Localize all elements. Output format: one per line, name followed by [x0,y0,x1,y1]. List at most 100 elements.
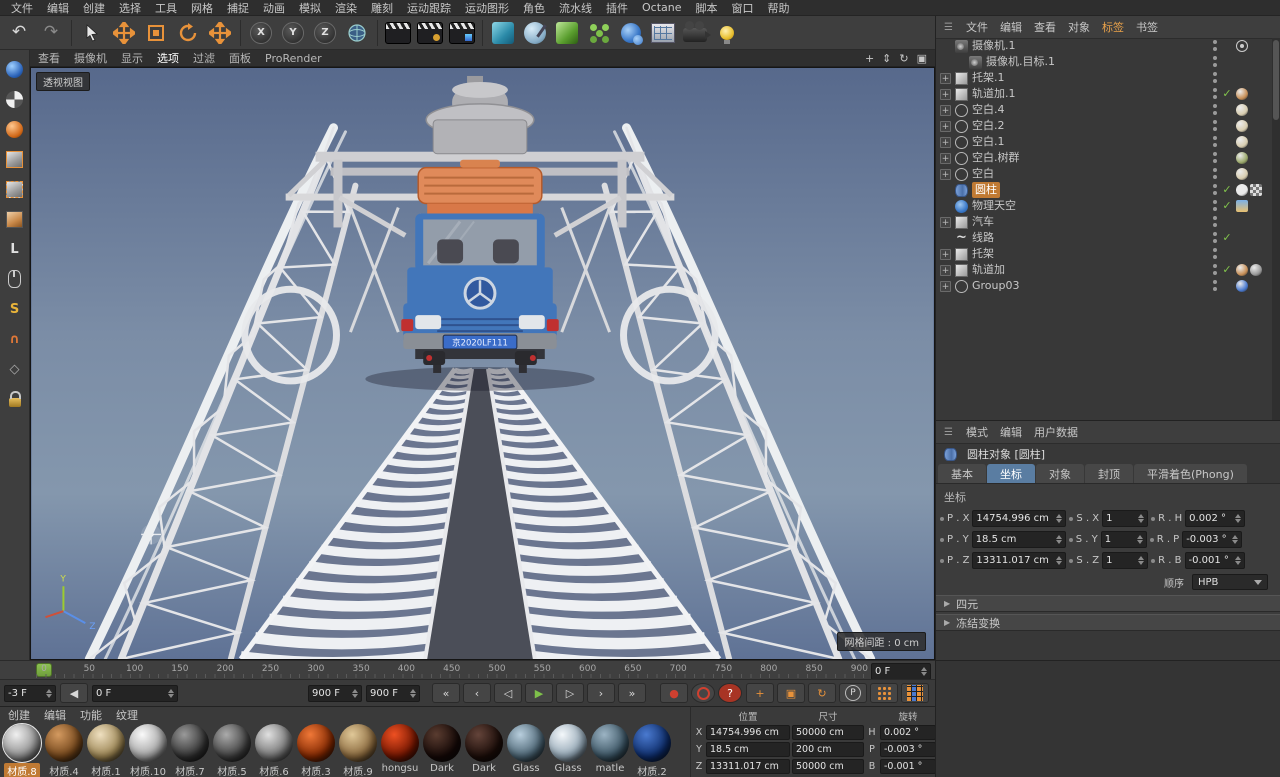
material-item[interactable]: hongsu [380,724,420,777]
object-manager-menu-item[interactable]: 查看 [1034,19,1056,35]
size-field[interactable]: 50000 cm [792,725,864,740]
material-item[interactable]: 材质.4 [44,724,84,777]
menubar-item[interactable]: 窗口 [725,0,761,16]
panel-menu-icon[interactable]: ☰ [944,22,954,33]
rotate-tool-button[interactable] [173,18,203,48]
menubar-item[interactable]: 工具 [148,0,184,16]
target-tag[interactable] [1236,40,1248,52]
undo-button[interactable]: ↶ [4,18,34,48]
position-field[interactable]: 13311.017 cm [706,759,790,774]
redo-button[interactable]: ↷ [36,18,66,48]
object-label[interactable]: 摄像机.1 [972,38,1016,54]
object-label[interactable]: 物理天空 [972,198,1016,214]
current-frame-field[interactable]: 0 F [871,663,931,680]
viewport-menu-item[interactable]: ProRender [265,52,322,65]
rotate-view-icon[interactable]: ↻ [899,52,908,65]
menubar-item[interactable]: 创建 [76,0,112,16]
scale-tool-button[interactable] [141,18,171,48]
material-sphere[interactable] [507,724,545,762]
panel-menu-icon[interactable]: ☰ [944,427,954,438]
uvw-tag[interactable] [1250,184,1262,196]
rotation-field[interactable]: -0.003 ° [1182,531,1243,548]
texture-mode-button[interactable] [2,118,28,140]
goto-end-button[interactable]: » [618,683,646,703]
edges-mode-button[interactable] [2,178,28,200]
material-sphere[interactable] [213,724,251,762]
object-label[interactable]: 线路 [972,230,994,246]
viewport-menu-item[interactable]: 摄像机 [74,50,107,66]
visibility-dots[interactable] [1213,88,1218,100]
menubar-item[interactable]: 编辑 [40,0,76,16]
material-item[interactable]: Dark [422,724,462,777]
menubar-item[interactable]: 渲染 [328,0,364,16]
expand-icon[interactable]: + [940,280,951,292]
object-tree-scrollbar[interactable] [1272,38,1280,420]
object-label[interactable]: 空白.1 [972,134,1005,150]
object-manager-menu-item[interactable]: 书签 [1136,19,1158,35]
enabled-check-icon[interactable] [1221,182,1233,198]
menubar-item[interactable]: 插件 [599,0,635,16]
visibility-dots[interactable] [1213,232,1218,244]
rotation-field[interactable]: -0.001 ° [1184,552,1245,569]
visibility-dots[interactable] [1213,200,1218,212]
material-sphere[interactable] [171,724,209,762]
object-label[interactable]: Group03 [972,278,1020,294]
snap-button[interactable]: S [2,298,28,320]
total-frames-field[interactable]: 900 F [366,684,420,702]
scale-field[interactable]: 1 [1102,510,1149,527]
lock-y-axis-button[interactable]: Y [278,18,308,48]
enabled-check-icon[interactable] [1221,262,1233,278]
scale-field[interactable]: 1 [1102,552,1149,569]
viewport-menu-item[interactable]: 选项 [157,50,179,66]
object-manager-menu-item[interactable]: 文件 [966,19,988,35]
enabled-check-icon[interactable] [1221,86,1233,102]
enabled-check-icon[interactable] [1221,198,1233,214]
object-label[interactable]: 空白 [972,166,994,182]
visibility-dots[interactable] [1213,72,1218,84]
expand-icon[interactable]: + [940,88,951,100]
viewport-3d-scene[interactable]: 京2020LF111 Y Z [31,68,934,659]
position-field[interactable]: 14754.996 cm [706,725,790,740]
material-sphere[interactable] [633,724,671,762]
keyframe-selection-button[interactable] [901,683,929,703]
tab-inactive[interactable]: 基本 [938,464,986,483]
expand-icon[interactable]: + [940,248,951,260]
viewport-solo-button[interactable] [2,268,28,290]
scale-field[interactable]: 1 [1100,531,1147,548]
position-field[interactable]: 14754.996 cm [972,510,1067,527]
object-manager-menu-item[interactable]: 标签 [1102,19,1124,35]
object-label[interactable]: 圆柱 [972,182,1000,198]
object-row[interactable]: + 托架 [936,246,1272,262]
object-row[interactable]: + 空白.树群 [936,150,1272,166]
render-settings-button[interactable] [415,18,445,48]
collapsed-section[interactable]: ▶ 冻结变换 [936,614,1280,631]
coordinate-system-button[interactable] [342,18,372,48]
enabled-check-icon[interactable] [1221,230,1233,246]
magnet-button[interactable]: ∩ [2,328,28,350]
material-tag[interactable] [1236,104,1248,116]
menubar-item[interactable]: 网格 [184,0,220,16]
material-menu-item[interactable]: 纹理 [116,707,138,723]
position-field[interactable]: 18.5 cm [706,742,790,757]
lock-x-axis-button[interactable]: X [246,18,276,48]
material-sphere[interactable] [87,724,125,762]
material-tag[interactable] [1250,264,1262,276]
range-left-button[interactable]: ◀ [60,683,88,703]
tab-inactive[interactable]: 对象 [1036,464,1084,483]
menubar-item[interactable]: 运动跟踪 [400,0,458,16]
object-row[interactable]: + 空白.2 [936,118,1272,134]
zoom-view-icon[interactable]: ⇕ [882,52,891,65]
material-sphere[interactable] [45,724,83,762]
goto-start-button[interactable]: « [432,683,460,703]
live-selection-button[interactable] [77,18,107,48]
last-tool-button[interactable] [205,18,235,48]
object-manager-menu-item[interactable]: 对象 [1068,19,1090,35]
size-field[interactable]: 50000 cm [792,759,864,774]
material-item[interactable]: 材质.3 [296,724,336,777]
material-sphere[interactable] [129,724,167,762]
material-tag[interactable] [1236,280,1248,292]
material-sphere[interactable] [2,723,42,763]
visibility-dots[interactable] [1213,56,1218,68]
keyframe-help-button[interactable]: ? [718,683,742,703]
record-scale-button[interactable]: ▣ [777,683,805,703]
